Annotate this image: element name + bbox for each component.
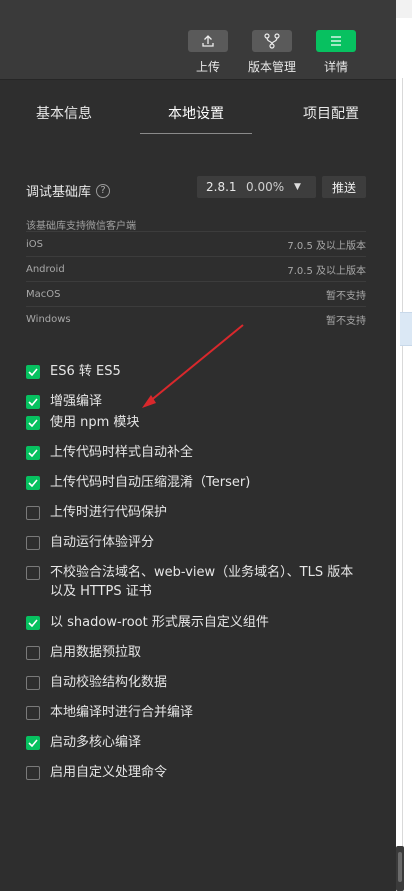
option-label: ES6 转 ES5 — [50, 364, 121, 379]
active-tab-indicator — [140, 133, 252, 134]
option-label: 启用自定义处理命令 — [50, 765, 168, 780]
platform-name: Android — [26, 263, 65, 275]
platform-name: MacOS — [26, 288, 61, 300]
upload-button[interactable]: 上传 — [183, 30, 233, 75]
checkbox-unchecked[interactable] — [26, 506, 40, 520]
version-percent: 0.00% — [246, 180, 285, 194]
upload-label: 上传 — [195, 60, 220, 74]
window-top-strip — [0, 0, 412, 18]
platform-value: 7.0.5 及以上版本 — [287, 240, 366, 252]
checkmark-icon — [28, 739, 38, 747]
checkbox-unchecked[interactable] — [26, 706, 40, 720]
platform-value: 7.0.5 及以上版本 — [287, 265, 366, 277]
tab-bar: 基本信息 本地设置 项目配置 — [0, 81, 396, 135]
version-management-button[interactable]: 版本管理 — [247, 30, 297, 75]
checkmark-icon — [28, 419, 38, 427]
option-skip-domain-check[interactable]: 不校验合法域名、web-view（业务域名）、TLS 版本以及 HTTPS 证书 — [26, 565, 366, 601]
checkmark-icon — [28, 479, 38, 487]
platform-row: Windows 暂不支持 — [26, 306, 366, 331]
checkmark-icon — [28, 398, 38, 406]
platform-name: Windows — [26, 313, 71, 325]
checkbox-checked[interactable] — [26, 395, 40, 409]
option-npm-modules[interactable]: 使用 npm 模块 — [26, 415, 366, 432]
checkbox-checked[interactable] — [26, 736, 40, 750]
checkbox-unchecked[interactable] — [26, 536, 40, 550]
toolbar: 上传 版本管理 详情 — [0, 18, 396, 80]
details-button[interactable]: 详情 — [311, 30, 361, 75]
checkbox-checked[interactable] — [26, 365, 40, 379]
upload-icon — [188, 30, 228, 52]
option-label: 以 shadow-root 形式展示自定义组件 — [50, 615, 269, 630]
platform-value: 暂不支持 — [326, 290, 366, 302]
option-custom-command[interactable]: 启用自定义处理命令 — [26, 765, 366, 782]
platform-name: iOS — [26, 238, 43, 250]
tab-basic-info[interactable]: 基本信息 — [36, 103, 92, 123]
option-code-protection[interactable]: 上传时进行代码保护 — [26, 505, 366, 522]
option-structured-data-check[interactable]: 自动校验结构化数据 — [26, 675, 366, 692]
option-label: 不校验合法域名、web-view（业务域名）、TLS 版本以及 HTTPS 证书 — [50, 565, 354, 599]
platform-row: MacOS 暂不支持 — [26, 281, 366, 306]
option-multicore-compile[interactable]: 启动多核心编译 — [26, 735, 366, 752]
push-button[interactable]: 推送 — [322, 176, 366, 198]
option-label: 使用 npm 模块 — [50, 415, 140, 430]
checkbox-checked[interactable] — [26, 476, 40, 490]
tab-project-config[interactable]: 项目配置 — [303, 103, 359, 123]
support-title: 该基础库支持微信客户端 — [26, 221, 136, 232]
tab-local-settings[interactable]: 本地设置 — [168, 103, 224, 123]
details-label: 详情 — [323, 60, 348, 74]
checkmark-icon — [28, 449, 38, 457]
option-label: 上传代码时自动压缩混淆（Terser) — [50, 475, 251, 490]
option-minify-terser[interactable]: 上传代码时自动压缩混淆（Terser) — [26, 475, 366, 492]
base-library-version-select[interactable]: 2.8.1 0.00% ▼ — [197, 176, 316, 198]
option-shadow-root[interactable]: 以 shadow-root 形式展示自定义组件 — [26, 615, 366, 632]
option-enhanced-compile[interactable]: 增强编译 — [26, 394, 366, 411]
branch-icon — [252, 30, 292, 52]
platform-row: Android 7.0.5 及以上版本 — [26, 256, 366, 281]
version-value: 2.8.1 — [206, 180, 237, 194]
option-label: 启用数据预拉取 — [50, 645, 142, 660]
checkbox-checked[interactable] — [26, 616, 40, 630]
option-auto-audit[interactable]: 自动运行体验评分 — [26, 535, 366, 552]
platform-row: iOS 7.0.5 及以上版本 — [26, 231, 366, 256]
option-data-prefetch[interactable]: 启用数据预拉取 — [26, 645, 366, 662]
checkbox-unchecked[interactable] — [26, 766, 40, 780]
checkbox-checked[interactable] — [26, 416, 40, 430]
option-label: 上传时进行代码保护 — [50, 505, 168, 520]
base-library-label: 调试基础库 — [26, 185, 92, 200]
option-merge-compile[interactable]: 本地编译时进行合并编译 — [26, 705, 366, 722]
checkmark-icon — [28, 619, 38, 627]
option-label: 启动多核心编译 — [50, 735, 142, 750]
checkbox-unchecked[interactable] — [26, 646, 40, 660]
help-icon[interactable]: ? — [96, 183, 111, 198]
option-style-autocomplete[interactable]: 上传代码时样式自动补全 — [26, 445, 366, 462]
gutter-selection — [400, 312, 412, 346]
checkbox-unchecked[interactable] — [26, 676, 40, 690]
scrollbar[interactable] — [396, 846, 404, 891]
option-es6-to-es5[interactable]: ES6 转 ES5 — [26, 364, 366, 381]
option-label: 自动运行体验评分 — [50, 535, 155, 550]
option-label: 自动校验结构化数据 — [50, 675, 168, 690]
menu-icon — [316, 30, 356, 52]
checkbox-unchecked[interactable] — [26, 566, 40, 580]
platform-value: 暂不支持 — [326, 315, 366, 327]
option-label: 增强编译 — [50, 394, 103, 409]
base-library-row: 调试基础库 ? — [26, 181, 111, 200]
checkmark-icon — [28, 368, 38, 376]
caret-down-icon: ▼ — [294, 182, 301, 192]
checkbox-checked[interactable] — [26, 446, 40, 460]
option-label: 本地编译时进行合并编译 — [50, 705, 194, 720]
option-label: 上传代码时样式自动补全 — [50, 445, 194, 460]
version-management-label: 版本管理 — [247, 60, 296, 74]
right-gutter — [396, 18, 412, 891]
settings-panel: 基本信息 本地设置 项目配置 调试基础库 ? 2.8.1 0.00% ▼ 推送 … — [0, 81, 396, 891]
